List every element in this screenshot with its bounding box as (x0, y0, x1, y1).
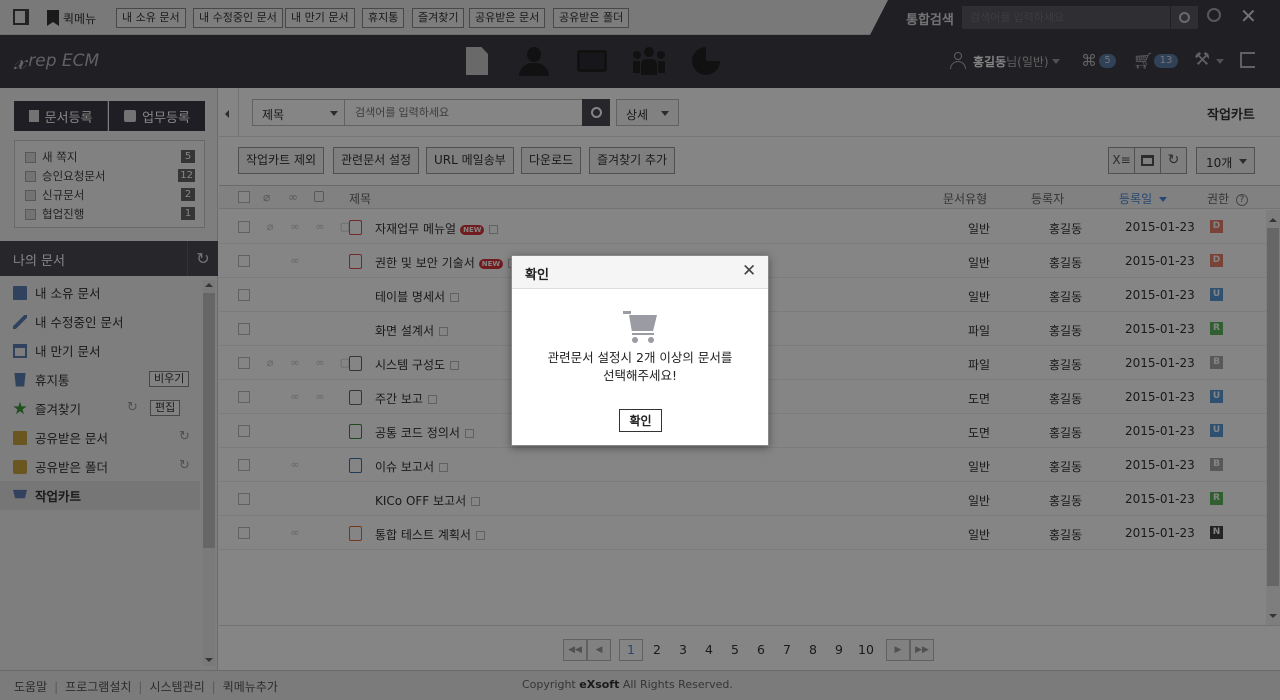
dialog-message: 관련문서 설정시 2개 이상의 문서를 선택해주세요! (512, 349, 768, 385)
dialog-close-icon[interactable]: ✕ (742, 261, 756, 281)
dialog-title: 확인 (525, 268, 549, 283)
dialog-message-line1: 관련문서 설정시 2개 이상의 문서를 (547, 350, 733, 365)
confirm-dialog: 확인 ✕ 관련문서 설정시 2개 이상의 문서를 선택해주세요! 확인 (511, 255, 769, 446)
dialog-message-line2: 선택해주세요! (602, 368, 677, 383)
dialog-ok-button[interactable]: 확인 (619, 409, 662, 432)
cart-icon (623, 309, 659, 343)
dialog-header: 확인 ✕ (512, 256, 768, 289)
